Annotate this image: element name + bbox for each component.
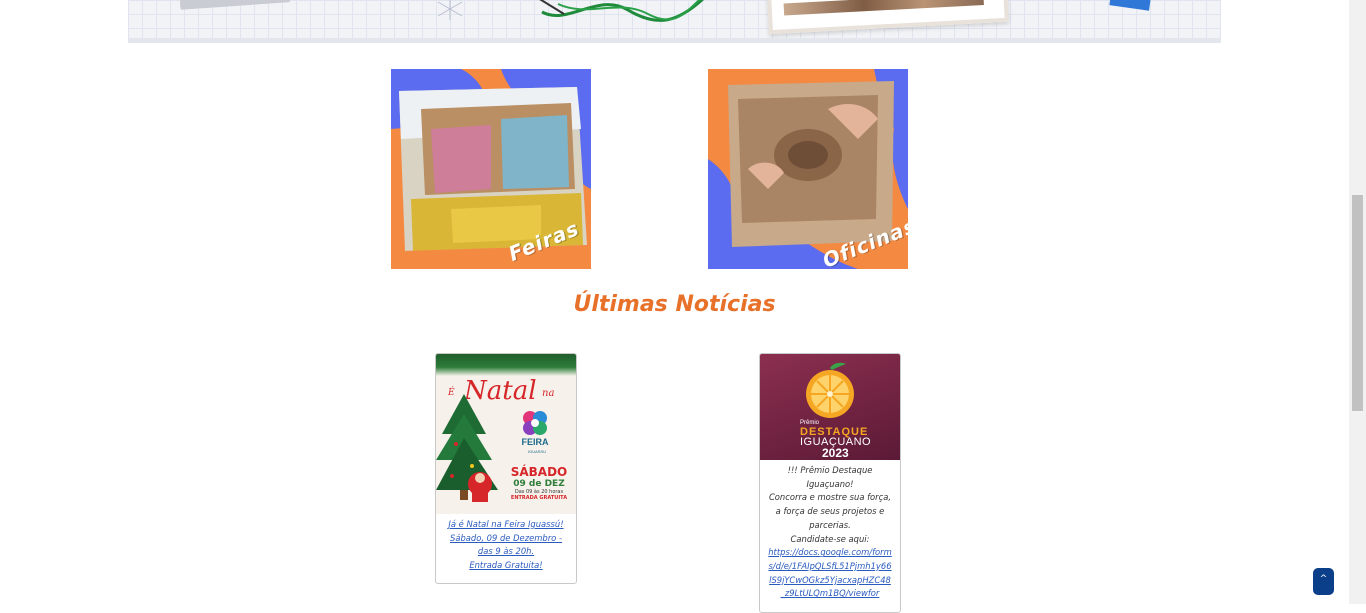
news-link[interactable]: Já é Natal na Feira Iguassú! [448,519,563,529]
scrollbar-thumb[interactable] [1352,195,1363,411]
feira-logo-icon [523,411,547,435]
news-caption: !!! Prêmio Destaque Iguaçuano! Concorra … [760,460,900,601]
category-card-oficinas[interactable]: Oficinas [708,69,908,269]
news-caption: Já é Natal na Feira Iguassú! Sábado, 09 … [436,514,576,573]
news-card-natal[interactable]: É Natal na FEIRA IGUASSU SÁBADO 09 de DE… [435,353,577,584]
news-link[interactable]: das 9 às 20h. [478,546,534,556]
news-link[interactable]: Sábado, 09 de Dezembro - [450,533,562,543]
poster-text: na [542,388,555,399]
sparkle-icon [437,0,463,20]
poster-year: 2023 [822,446,849,460]
news-line: Concorra e mostre sua força, [768,492,892,503]
hero-banner [128,0,1221,43]
banner-photo-frame [767,0,1009,35]
news-card-premio[interactable]: Prêmio DESTAQUE IGUAÇUANO 2023 !!! Prêmi… [759,353,901,613]
orange-slice-icon [806,362,854,418]
christmas-tree-icon [436,394,498,502]
page-scrollbar[interactable] [1349,0,1366,604]
news-link[interactable]: Entrada Gratuita! [469,560,542,570]
news-section-title: Últimas Notícias [573,292,776,317]
natal-poster[interactable]: É Natal na FEIRA IGUASSU SÁBADO 09 de DE… [436,354,576,514]
banner-scissors-shape [179,0,291,10]
banner-blue-shape [1109,0,1151,11]
premio-poster[interactable]: Prêmio DESTAQUE IGUAÇUANO 2023 [760,354,900,460]
category-card-feiras[interactable]: Feiras [391,69,591,269]
yarn-icon [539,0,704,22]
news-line: a força de seus projetos e parcerias. [775,506,885,530]
poster-feira-name: FEIRA [521,437,549,447]
news-line: !!! Prêmio Destaque Iguaçuano! [787,465,873,489]
form-link[interactable]: https://docs.google.com/forms/d/e/1FAIpQ… [768,547,892,598]
garland-decoration [436,354,576,376]
poster-feira-sub: IGUASSU [527,449,546,454]
news-line: Candidate-se aqui: [790,533,870,544]
back-to-top-button[interactable]: ^ [1313,568,1334,595]
poster-date-block: SÁBADO 09 de DEZ Das 09 às 20 horas ENTR… [510,465,568,502]
